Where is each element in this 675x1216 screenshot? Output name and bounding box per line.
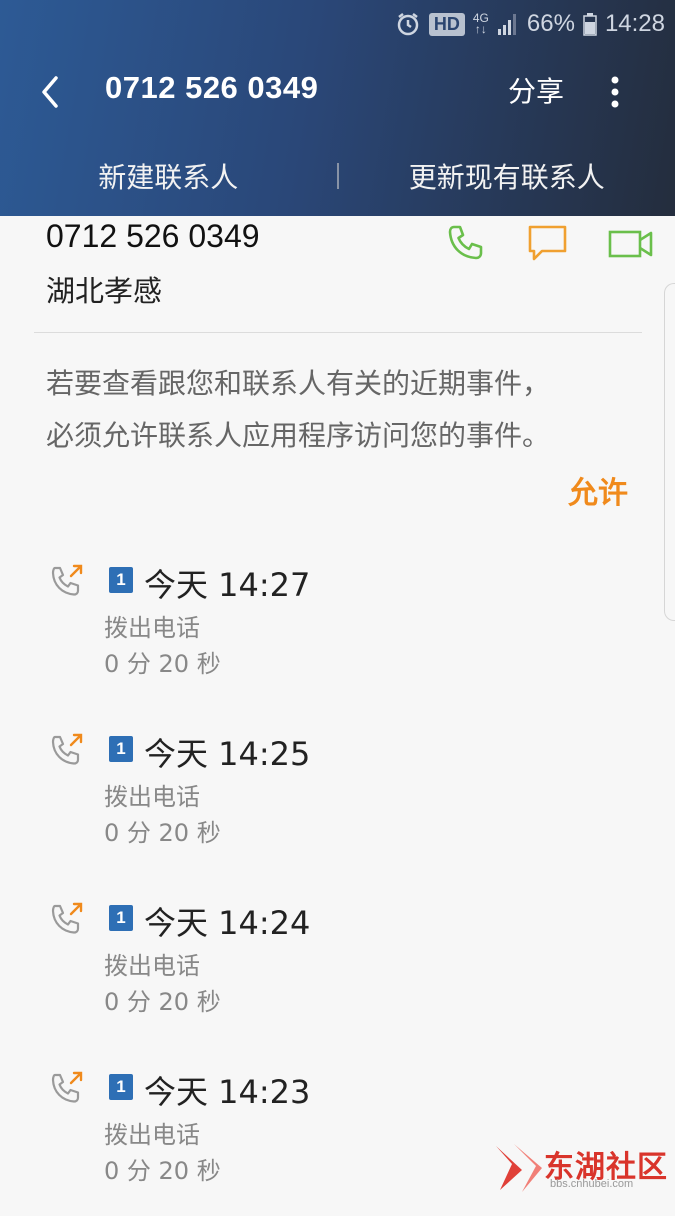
- toolbar: 0712 526 0349 分享: [0, 56, 675, 128]
- call-time: 今天 14:23: [144, 1067, 310, 1113]
- status-bar: HD 4G ↑↓ 66% 14:28: [0, 0, 675, 48]
- call-button[interactable]: [444, 222, 486, 268]
- watermark: 东湖社区 bbs.cnhubei.com: [492, 1140, 672, 1196]
- call-log-item[interactable]: 1 今天 14:24 拨出电话 0 分 20 秒: [0, 878, 675, 1047]
- call-duration: 0 分 20 秒: [104, 1151, 221, 1186]
- message-icon: [527, 224, 569, 264]
- contact-location: 湖北孝感: [46, 268, 162, 310]
- call-duration: 0 分 20 秒: [104, 644, 221, 679]
- call-time: 今天 14:24: [144, 898, 310, 944]
- video-call-button[interactable]: [608, 228, 654, 266]
- hd-badge: HD: [429, 13, 465, 36]
- battery-icon: [583, 12, 597, 36]
- contact-actions: 新建联系人 更新现有联系人: [0, 145, 675, 207]
- outgoing-call-icon: [48, 731, 86, 773]
- call-type: 拨出电话: [104, 946, 200, 981]
- call-type: 拨出电话: [104, 1115, 200, 1150]
- share-button[interactable]: 分享: [508, 70, 564, 110]
- sim-badge: 1: [109, 567, 133, 593]
- battery-percent: 66%: [527, 10, 575, 38]
- network-arrows: ↑↓: [475, 24, 487, 35]
- watermark-logo-icon: [492, 1140, 546, 1196]
- outgoing-call-icon: [48, 562, 86, 604]
- outgoing-call-icon: [48, 900, 86, 942]
- call-time: 今天 14:27: [144, 560, 310, 606]
- call-time: 今天 14:25: [144, 729, 310, 775]
- network-indicator: 4G ↑↓: [473, 13, 489, 35]
- call-duration: 0 分 20 秒: [104, 813, 221, 848]
- message-button[interactable]: [527, 224, 569, 268]
- page-title: 0712 526 0349: [105, 70, 318, 106]
- call-log-item[interactable]: 1 今天 14:25 拨出电话 0 分 20 秒: [0, 709, 675, 878]
- clock: 14:28: [605, 10, 665, 38]
- sim-badge: 1: [109, 905, 133, 931]
- alarm-icon: [395, 11, 421, 37]
- app-header: HD 4G ↑↓ 66% 14:28: [0, 0, 675, 216]
- update-contact-button[interactable]: 更新现有联系人: [339, 156, 675, 196]
- call-log-item[interactable]: 1 今天 14:27 拨出电话 0 分 20 秒: [0, 540, 675, 709]
- chevron-left-icon: [30, 70, 74, 114]
- notice-line-1: 若要查看跟您和联系人有关的近期事件，: [46, 358, 646, 410]
- signal-icon: [497, 12, 519, 36]
- back-button[interactable]: [30, 70, 74, 114]
- permission-notice: 若要查看跟您和联系人有关的近期事件， 必须允许联系人应用程序访问您的事件。: [46, 358, 646, 462]
- call-type: 拨出电话: [104, 608, 200, 643]
- notice-line-2: 必须允许联系人应用程序访问您的事件。: [46, 410, 646, 462]
- call-log-list: 1 今天 14:27 拨出电话 0 分 20 秒 1 今天 14:25 拨出电话…: [0, 540, 675, 1216]
- outgoing-call-icon: [48, 1069, 86, 1111]
- more-vertical-icon: [600, 72, 630, 112]
- allow-button[interactable]: 允许: [568, 468, 628, 512]
- video-camera-icon: [608, 228, 654, 262]
- call-type: 拨出电话: [104, 777, 200, 812]
- sim-badge: 1: [109, 736, 133, 762]
- divider: [34, 332, 642, 333]
- call-duration: 0 分 20 秒: [104, 982, 221, 1017]
- sim-badge: 1: [109, 1074, 133, 1100]
- watermark-url: bbs.cnhubei.com: [550, 1178, 633, 1190]
- more-options-button[interactable]: [600, 72, 630, 112]
- contact-number: 0712 526 0349: [46, 218, 260, 255]
- phone-icon: [444, 222, 486, 264]
- new-contact-button[interactable]: 新建联系人: [0, 156, 337, 196]
